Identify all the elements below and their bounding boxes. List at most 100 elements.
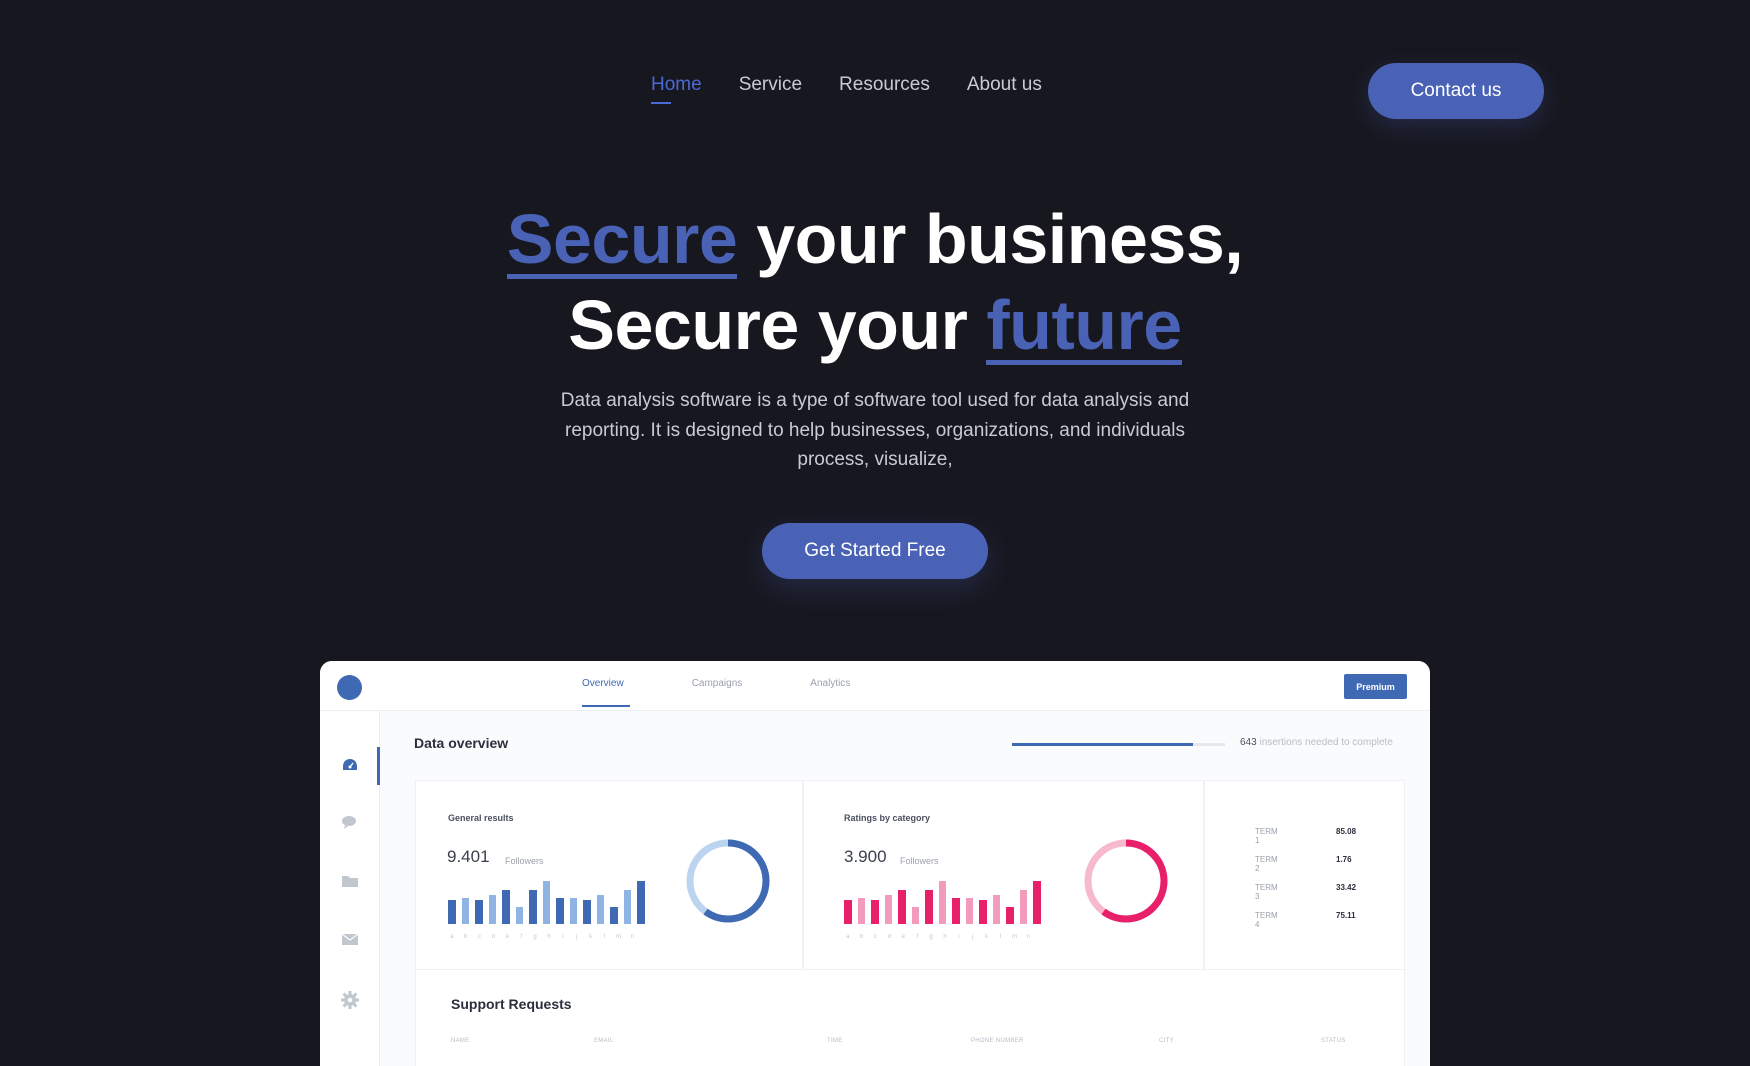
dashboard-logo <box>337 675 362 700</box>
progress-fill <box>1012 743 1194 746</box>
general-bar <box>515 907 523 924</box>
chat-icon[interactable] <box>340 815 360 833</box>
general-bar <box>637 881 645 924</box>
dashboard-icon[interactable] <box>340 757 360 775</box>
dashboard-sidebar <box>320 711 380 1066</box>
general-bar-label: k <box>589 934 593 940</box>
general-bar <box>583 900 591 924</box>
sidebar-active-indicator <box>377 747 380 785</box>
general-bar-label: d <box>491 934 496 940</box>
term-name: TERM 4 <box>1255 911 1278 929</box>
get-started-button[interactable]: Get Started Free <box>762 523 988 579</box>
ratings-bar-label: a <box>846 934 850 940</box>
column-header-city: CITY <box>1159 1038 1174 1044</box>
term-value: 75.11 <box>1336 911 1356 920</box>
column-header-phone: PHONE NUMBER <box>971 1038 1024 1044</box>
term-value: 85.08 <box>1336 827 1357 836</box>
ratings-bar <box>979 900 987 924</box>
ratings-bar <box>992 895 1000 924</box>
ratings-bar-label: h <box>943 934 947 940</box>
general-bar-label: h <box>547 934 551 940</box>
ratings-bar-labels: a b c d e f g h i j k l m n <box>844 934 1032 940</box>
nav-service[interactable]: Service <box>739 74 802 100</box>
premium-button[interactable]: Premium <box>1344 674 1407 699</box>
ratings-bar <box>925 890 933 924</box>
general-bar-label: g <box>533 934 537 940</box>
general-bar <box>556 898 564 924</box>
general-bar <box>569 898 577 924</box>
hero-title: Secure your business, Secure your future <box>0 196 1750 368</box>
general-bar-chart <box>448 876 645 924</box>
ratings-bar <box>1033 881 1041 924</box>
terms-panel: TERM 1 85.08 TERM 2 1.76 TERM 3 33.42 TE… <box>1204 780 1405 970</box>
general-bar <box>475 900 483 924</box>
ratings-bar <box>844 900 852 924</box>
general-bar <box>502 890 510 924</box>
progress-text: 643 insertions needed to complete <box>1240 737 1393 748</box>
general-bar-label: j <box>576 934 578 940</box>
general-bar-label: n <box>630 934 634 940</box>
term-name: TERM 3 <box>1255 883 1278 901</box>
general-results-label: Followers <box>505 856 544 866</box>
column-header-email: EMAIL <box>594 1038 614 1044</box>
folder-icon[interactable] <box>340 873 360 891</box>
general-bar <box>461 898 469 924</box>
ratings-panel: Ratings by category 3.900 Followers a b c d… <box>803 780 1204 970</box>
column-header-name: NAME <box>451 1038 470 1044</box>
tab-analytics[interactable]: Analytics <box>810 678 850 689</box>
ratings-bar-label: n <box>1026 934 1030 940</box>
tab-overview[interactable]: Overview <box>582 678 630 707</box>
ratings-bar-chart <box>844 876 1041 924</box>
general-bar-label: b <box>463 934 468 940</box>
ratings-bar-label: d <box>887 934 892 940</box>
nav-resources[interactable]: Resources <box>839 74 930 100</box>
hero-accent-future: future <box>986 286 1182 365</box>
ratings-label: Followers <box>900 856 939 866</box>
ratings-bar <box>965 898 973 924</box>
ratings-bar-label: k <box>985 934 989 940</box>
mail-icon[interactable] <box>340 931 360 949</box>
settings-icon[interactable] <box>340 991 360 1009</box>
support-requests-title: Support Requests <box>451 996 572 1012</box>
ratings-bar <box>898 890 906 924</box>
general-bar-label: m <box>615 934 621 940</box>
term-value: 33.42 <box>1336 883 1357 892</box>
general-results-title: General results <box>448 813 514 823</box>
ratings-bar <box>952 898 960 924</box>
general-bar <box>448 900 456 924</box>
general-bar-label: l <box>603 934 606 940</box>
ratings-donut-chart <box>1084 839 1168 923</box>
ratings-bar <box>1006 907 1014 924</box>
tab-campaigns[interactable]: Campaigns <box>692 678 743 689</box>
term-name: TERM 1 <box>1255 827 1278 845</box>
ratings-bar <box>884 895 892 924</box>
progress-label: insertions needed to complete <box>1256 737 1393 748</box>
ratings-bar <box>1019 890 1027 924</box>
general-donut-chart <box>686 839 770 923</box>
ratings-bar <box>938 881 946 924</box>
nav-home[interactable]: Home <box>651 74 702 104</box>
general-bar-labels: a b c d e f g h i j k l m n <box>448 934 636 940</box>
ratings-value: 3.900 <box>844 847 887 866</box>
term-name: TERM 2 <box>1255 855 1278 873</box>
hero-line2-start: Secure your <box>568 286 987 364</box>
progress-bar <box>1012 743 1225 746</box>
ratings-bar <box>911 907 919 924</box>
ratings-bar-label: i <box>958 934 960 940</box>
hero-subtitle: Data analysis software is a type of soft… <box>560 390 1190 470</box>
general-bar <box>623 890 631 924</box>
dashboard-topbar: Overview Campaigns Analytics Premium <box>320 661 1430 711</box>
general-bar <box>488 895 496 924</box>
ratings-bar-label: e <box>901 934 905 940</box>
support-panel <box>415 970 1405 1066</box>
nav-about-us[interactable]: About us <box>967 74 1042 100</box>
main-nav: Home Service Resources About us <box>651 74 1042 104</box>
general-bar-label: i <box>562 934 564 940</box>
general-bar-label: f <box>520 934 523 940</box>
contact-us-button[interactable]: Contact us <box>1368 63 1544 119</box>
ratings-title: Ratings by category <box>844 813 931 823</box>
ratings-bar-label: m <box>1011 934 1017 940</box>
general-results-value: 9.401 <box>447 847 490 866</box>
ratings-bar-label: g <box>929 934 933 940</box>
ratings-bar <box>871 900 879 924</box>
